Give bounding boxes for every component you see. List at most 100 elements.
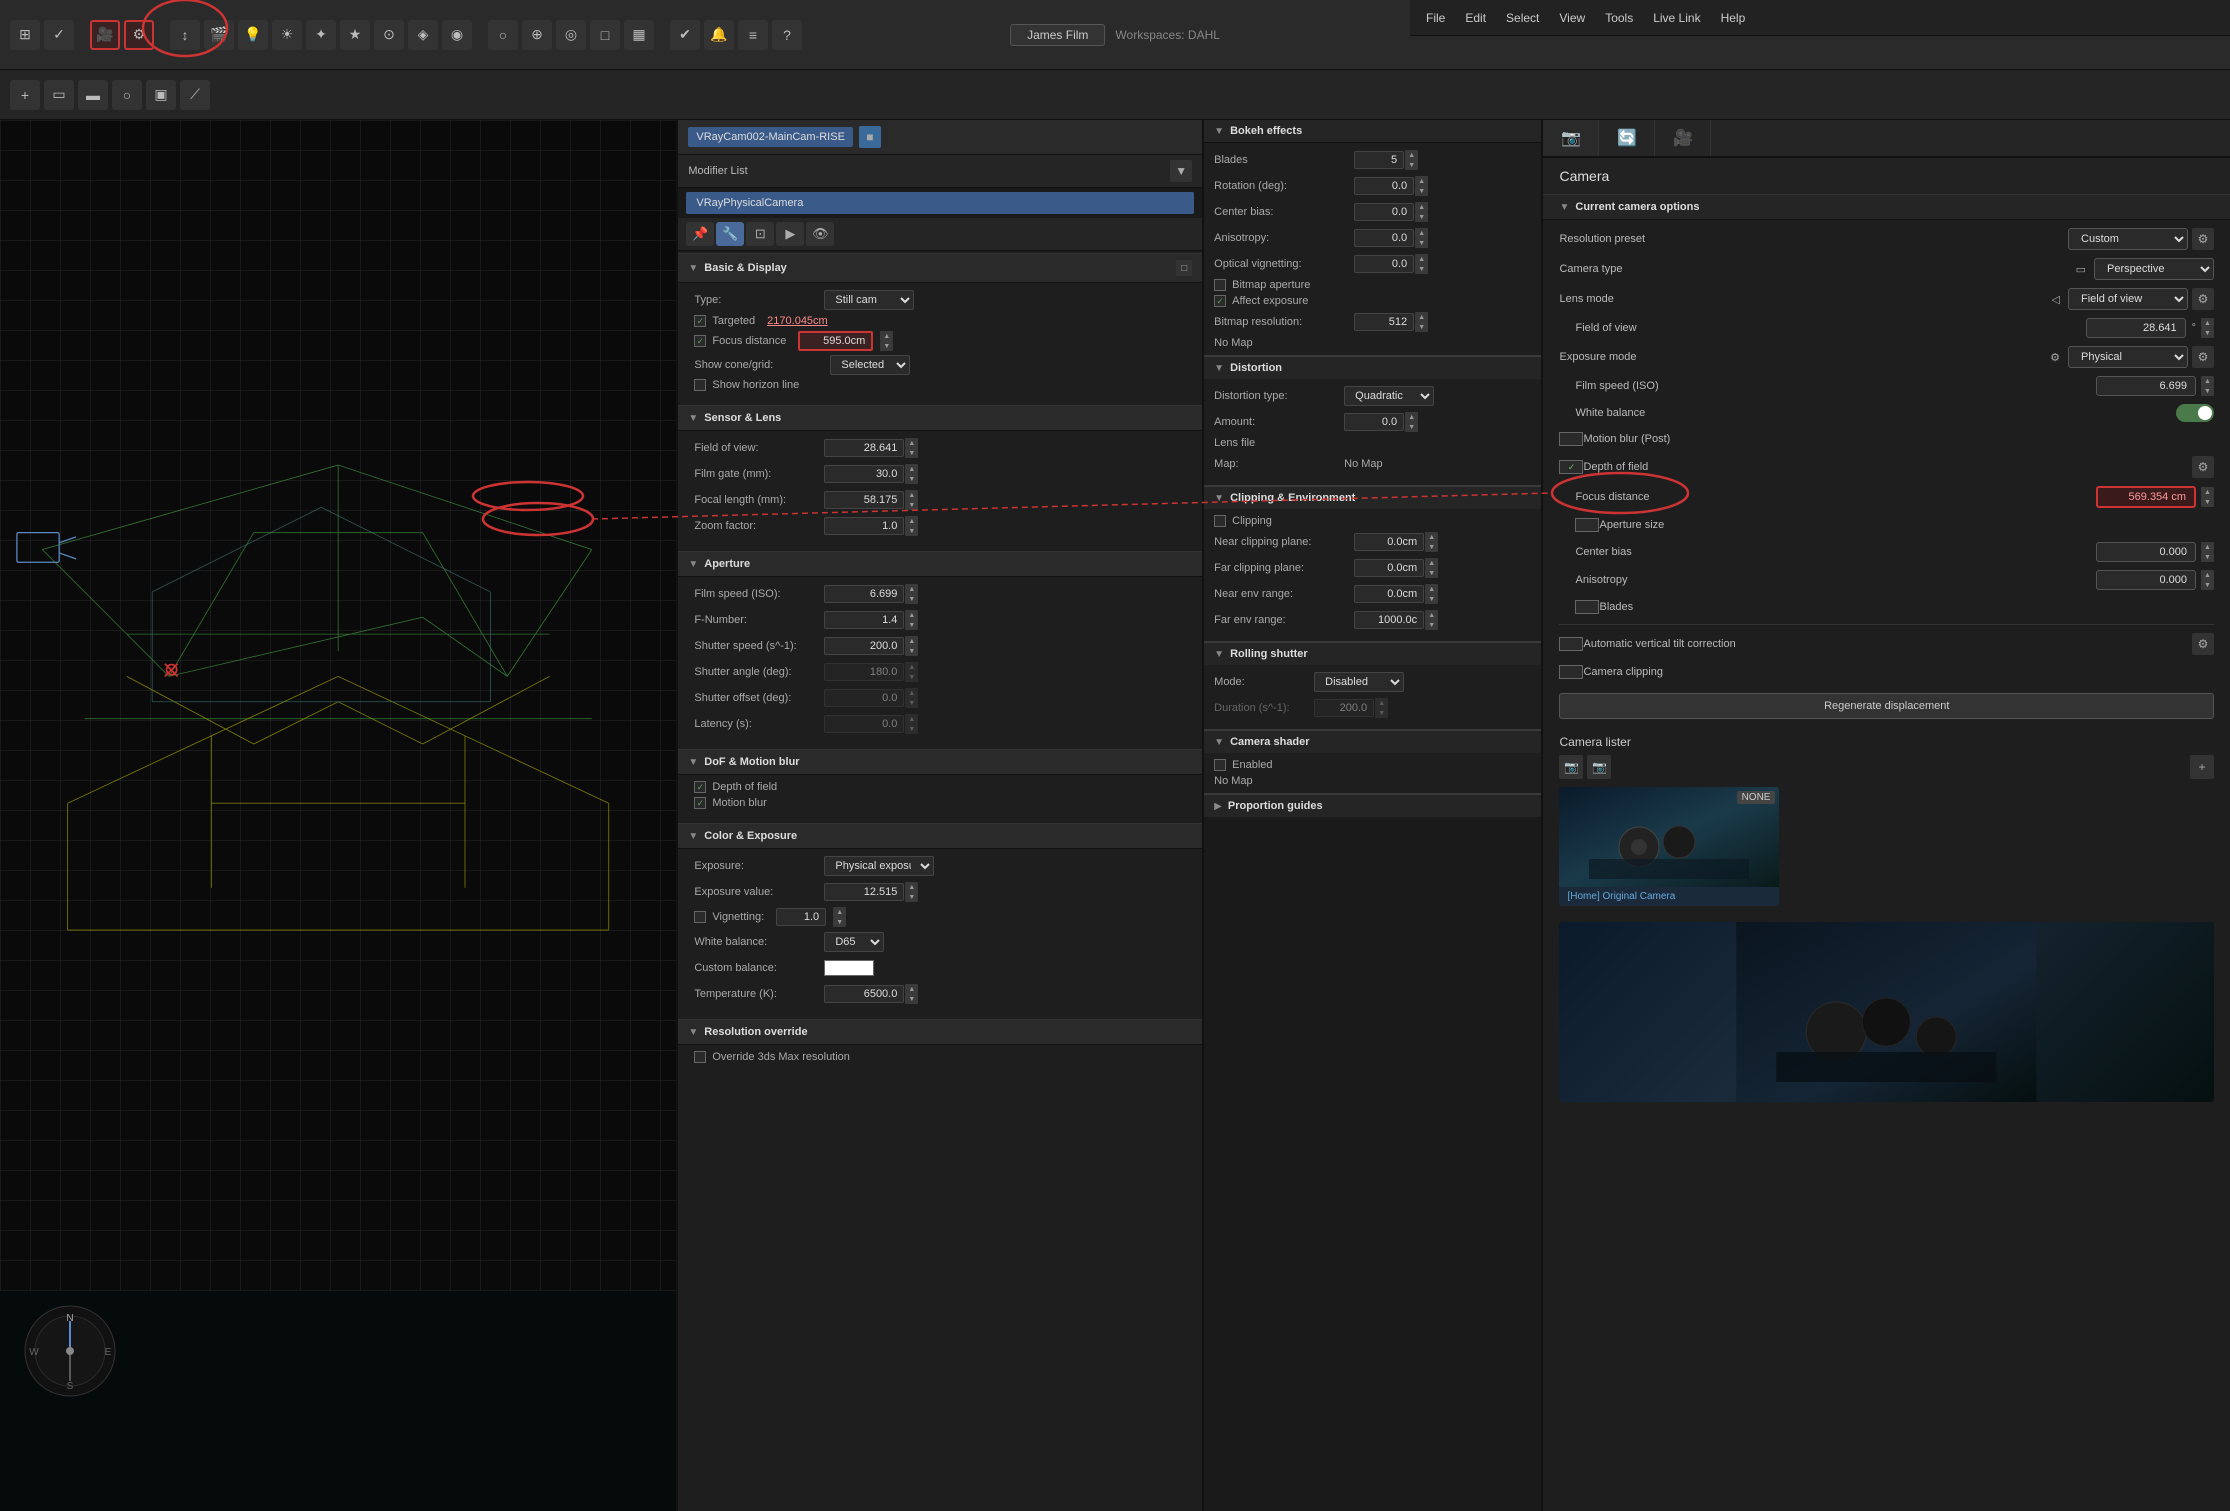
- latency-down[interactable]: ▼: [905, 724, 918, 734]
- toolbar-icon-check[interactable]: ✓: [44, 20, 74, 50]
- rs-duration-up[interactable]: ▲: [1375, 698, 1388, 708]
- toolbar-icon-grid[interactable]: ⊞: [10, 20, 40, 50]
- bokeh-optical-input[interactable]: 0.0: [1354, 255, 1414, 273]
- latency-input[interactable]: 0.0: [824, 715, 904, 733]
- film-speed-up[interactable]: ▲: [905, 584, 918, 594]
- dist-type-select[interactable]: Quadratic: [1344, 386, 1434, 406]
- resolution-override-checkbox[interactable]: [694, 1051, 706, 1063]
- blades-checkbox[interactable]: [1575, 600, 1599, 614]
- res-preset-select[interactable]: Custom: [2068, 228, 2188, 250]
- fov-up[interactable]: ▲: [905, 438, 918, 448]
- dist-amount-down[interactable]: ▼: [1405, 422, 1418, 432]
- fov-right-up[interactable]: ▲: [2201, 318, 2214, 328]
- vignetting-up[interactable]: ▲: [833, 907, 846, 917]
- tab-hierarchy[interactable]: ⊡: [746, 222, 774, 246]
- far-clip-down[interactable]: ▼: [1425, 568, 1438, 578]
- right-tab-scene[interactable]: 🎥: [1655, 120, 1711, 156]
- exposure-mode-select[interactable]: Physical: [2068, 346, 2188, 368]
- bokeh-rotation-input[interactable]: 0.0: [1354, 177, 1414, 195]
- toolbar-icon-cloud[interactable]: ✦: [306, 20, 336, 50]
- toolbar-icon-camera1[interactable]: 🎥: [90, 20, 120, 50]
- shutter-angle-input[interactable]: 180.0: [824, 663, 904, 681]
- tab-pin[interactable]: 📌: [686, 222, 714, 246]
- film-speed-right-down[interactable]: ▼: [2201, 386, 2214, 396]
- toolbar-icon-shape2[interactable]: ▦: [624, 20, 654, 50]
- bokeh-affect-checkbox[interactable]: [1214, 295, 1226, 307]
- far-env-input[interactable]: 1000.0c: [1354, 611, 1424, 629]
- toolbar2-icon5[interactable]: ▣: [146, 80, 176, 110]
- zoom-factor-down[interactable]: ▼: [905, 526, 918, 536]
- right-tab-output[interactable]: 🔄: [1599, 120, 1655, 156]
- toolbar-icon-scene[interactable]: 🎬: [204, 20, 234, 50]
- bokeh-anisotropy-up[interactable]: ▲: [1415, 228, 1428, 238]
- regenerate-btn[interactable]: Regenerate displacement: [1559, 693, 2214, 719]
- camera-lister-tool1[interactable]: 📷: [1559, 755, 1583, 779]
- focus-distance-right-down[interactable]: ▼: [2201, 497, 2214, 507]
- wb-select[interactable]: D65: [824, 932, 884, 952]
- cam-shader-enabled-checkbox[interactable]: [1214, 759, 1226, 771]
- film-speed-input[interactable]: 6.699: [824, 585, 904, 603]
- near-clip-down[interactable]: ▼: [1425, 542, 1438, 552]
- bokeh-anisotropy-down[interactable]: ▼: [1415, 238, 1428, 248]
- menu-tools[interactable]: Tools: [1605, 11, 1633, 25]
- menu-file[interactable]: File: [1426, 11, 1445, 25]
- toolbar-icon-fx[interactable]: ◉: [442, 20, 472, 50]
- shutter-angle-down[interactable]: ▼: [905, 672, 918, 682]
- dof-settings-icon[interactable]: ⚙: [2192, 456, 2214, 478]
- zoom-factor-up[interactable]: ▲: [905, 516, 918, 526]
- temperature-up[interactable]: ▲: [905, 984, 918, 994]
- lens-mode-select[interactable]: Field of view: [2068, 288, 2188, 310]
- film-gate-input[interactable]: 30.0: [824, 465, 904, 483]
- far-clip-input[interactable]: 0.0cm: [1354, 559, 1424, 577]
- toolbar2-icon3[interactable]: ▬: [78, 80, 108, 110]
- camera-type-select[interactable]: Perspective: [2094, 258, 2214, 280]
- toolbar-icon-multi[interactable]: ⊕: [522, 20, 552, 50]
- toolbar-icon-shape1[interactable]: □: [590, 20, 620, 50]
- f-number-down[interactable]: ▼: [905, 620, 918, 630]
- rs-mode-select[interactable]: Disabled: [1314, 672, 1404, 692]
- far-env-up[interactable]: ▲: [1425, 610, 1438, 620]
- near-env-down[interactable]: ▼: [1425, 594, 1438, 604]
- toolbar-icon-star[interactable]: ★: [340, 20, 370, 50]
- shutter-speed-down[interactable]: ▼: [905, 646, 918, 656]
- fov-down[interactable]: ▼: [905, 448, 918, 458]
- rs-duration-down[interactable]: ▼: [1375, 708, 1388, 718]
- rs-duration-input[interactable]: 200.0: [1314, 699, 1374, 717]
- anisotropy-right-down[interactable]: ▼: [2201, 580, 2214, 590]
- focal-length-input[interactable]: 58.175: [824, 491, 904, 509]
- bokeh-blades-input[interactable]: 5: [1354, 151, 1404, 169]
- bokeh-center-bias-input[interactable]: 0.0: [1354, 203, 1414, 221]
- targeted-checkbox[interactable]: [694, 315, 706, 327]
- toolbar-icon-bell[interactable]: 🔔: [704, 20, 734, 50]
- focus-distance-down[interactable]: ▼: [880, 341, 893, 351]
- shutter-speed-input[interactable]: 200.0: [824, 637, 904, 655]
- custom-balance-color[interactable]: [824, 960, 874, 976]
- near-clip-up[interactable]: ▲: [1425, 532, 1438, 542]
- exposure-value-input[interactable]: 12.515: [824, 883, 904, 901]
- toolbar-icon-move[interactable]: ↕: [170, 20, 200, 50]
- bokeh-res-up[interactable]: ▲: [1415, 312, 1428, 322]
- center-bias-right-input[interactable]: 0.000: [2096, 542, 2196, 562]
- toolbar-icon-anim[interactable]: ⊙: [374, 20, 404, 50]
- toolbar-icon-help[interactable]: ?: [772, 20, 802, 50]
- tab-modifier[interactable]: 🔧: [716, 222, 744, 246]
- temperature-input[interactable]: 6500.0: [824, 985, 904, 1003]
- focus-distance-up[interactable]: ▲: [880, 331, 893, 341]
- bokeh-center-bias-up[interactable]: ▲: [1415, 202, 1428, 212]
- toolbar-icon-sun[interactable]: ☀: [272, 20, 302, 50]
- shutter-angle-up[interactable]: ▲: [905, 662, 918, 672]
- toolbar-icon-target[interactable]: ◎: [556, 20, 586, 50]
- motion-blur-checkbox[interactable]: [694, 797, 706, 809]
- bokeh-blades-up[interactable]: ▲: [1405, 150, 1418, 160]
- vignetting-input[interactable]: 1.0: [776, 908, 826, 926]
- bokeh-rotation-up[interactable]: ▲: [1415, 176, 1428, 186]
- right-tab-render[interactable]: 📷: [1543, 120, 1599, 156]
- modifier-dropdown-btn[interactable]: ▼: [1170, 160, 1192, 182]
- dist-amount-up[interactable]: ▲: [1405, 412, 1418, 422]
- toolbar-icon-list[interactable]: ≡: [738, 20, 768, 50]
- menu-select[interactable]: Select: [1506, 11, 1539, 25]
- basic-display-collapse[interactable]: □: [1176, 260, 1192, 276]
- exposure-value-down[interactable]: ▼: [905, 892, 918, 902]
- wb-toggle[interactable]: [2176, 404, 2214, 422]
- bokeh-rotation-down[interactable]: ▼: [1415, 186, 1428, 196]
